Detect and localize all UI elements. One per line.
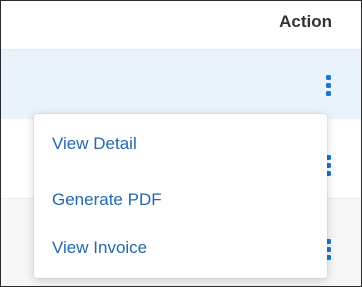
action-dropdown-menu: View Detail Generate PDF View Invoice: [34, 114, 327, 278]
table-row: [1, 50, 361, 119]
kebab-menu-icon[interactable]: [325, 75, 331, 97]
menu-item-generate-pdf[interactable]: Generate PDF: [52, 190, 162, 210]
table-header: Action: [1, 1, 361, 50]
action-table: Action View Detail Generate PDF View Inv…: [0, 0, 362, 287]
menu-item-view-invoice[interactable]: View Invoice: [52, 238, 147, 258]
menu-item-view-detail[interactable]: View Detail: [52, 134, 137, 154]
action-column-header: Action: [279, 12, 332, 31]
